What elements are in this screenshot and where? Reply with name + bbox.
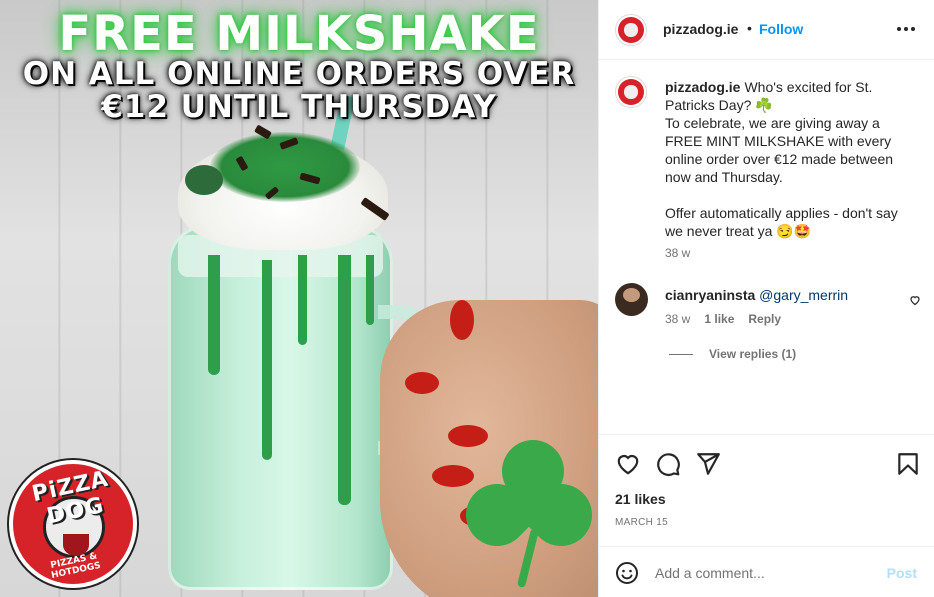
green-drip <box>208 255 220 375</box>
green-drip <box>338 255 351 505</box>
comment-mention[interactable]: @gary_merrin <box>759 287 848 303</box>
more-horizontal-icon[interactable] <box>897 27 915 31</box>
comment-likes[interactable]: 1 like <box>704 312 734 326</box>
likes-count[interactable]: 21 likes <box>615 491 666 507</box>
comment-username[interactable]: cianryaninsta <box>665 287 755 303</box>
post-sidebar: pizzadog.ie • Follow pizzadog.ie Who's ex… <box>598 0 934 597</box>
caption-text: Who's excited for St. Patricks Day? ☘️ T… <box>665 79 898 239</box>
comment-icon[interactable] <box>655 451 681 477</box>
bookmark-icon[interactable] <box>895 451 921 477</box>
smile-icon[interactable] <box>615 561 639 585</box>
separator-dot: • <box>747 20 752 36</box>
comment-input[interactable] <box>655 561 875 585</box>
headline-free-milkshake: FREE MILKSHAKE <box>58 6 540 62</box>
view-replies-button[interactable]: View replies (1) <box>669 347 796 361</box>
post-actions: 21 likes MARCH 15 <box>599 434 934 546</box>
comments-area[interactable]: pizzadog.ie Who's excited for St. Patrick… <box>599 60 934 434</box>
heart-icon[interactable] <box>615 451 641 477</box>
follow-button[interactable]: Follow <box>759 21 803 37</box>
green-drip <box>262 260 272 460</box>
post-date[interactable]: MARCH 15 <box>615 517 668 528</box>
headline-line-2: ON ALL ONLINE ORDERS OVER <box>22 56 576 92</box>
avatar-dog <box>624 85 638 99</box>
green-drip <box>298 255 307 345</box>
header-username[interactable]: pizzadog.ie <box>663 21 738 37</box>
mint-chocolate <box>185 165 223 195</box>
post-header: pizzadog.ie • Follow <box>599 0 934 60</box>
comment-meta: 38 w 1 like Reply <box>665 312 781 326</box>
green-drip <box>366 255 374 325</box>
dot <box>904 27 908 31</box>
post-comment-button[interactable]: Post <box>887 565 917 581</box>
commenter-avatar[interactable] <box>615 283 648 316</box>
post-image[interactable]: FREE MILKSHAKE ON ALL ONLINE ORDERS OVER… <box>0 0 598 597</box>
avatar-dog <box>624 23 638 37</box>
dot <box>897 27 901 31</box>
headline-line-3: €12 UNTIL THURSDAY <box>101 89 497 125</box>
caption-age[interactable]: 38 w <box>665 246 690 260</box>
comment: cianryaninsta @gary_merrin <box>665 287 848 303</box>
pizza-dog-logo: PiZZA DOG PIZZAS & HOTDOGS <box>9 460 137 588</box>
dot <box>911 27 915 31</box>
mason-jar <box>168 225 393 590</box>
shamrock-icon <box>453 427 598 590</box>
post-caption: pizzadog.ie Who's excited for St. Patrick… <box>665 78 910 240</box>
reply-button[interactable]: Reply <box>748 312 781 326</box>
share-icon[interactable] <box>695 451 721 477</box>
headline-offer-terms: ON ALL ONLINE ORDERS OVER €12 UNTIL THUR… <box>0 58 598 124</box>
add-comment-bar: Post <box>599 546 934 597</box>
red-nail <box>450 300 474 340</box>
pizzadog-logo-avatar-icon[interactable] <box>615 76 647 108</box>
shamrock-stem <box>516 527 540 589</box>
comment-like-heart-icon[interactable] <box>909 294 921 306</box>
caption-username[interactable]: pizzadog.ie <box>665 79 740 95</box>
pizzadog-logo-avatar-icon[interactable] <box>615 14 647 46</box>
comment-age[interactable]: 38 w <box>665 312 690 326</box>
red-nail <box>405 372 439 394</box>
